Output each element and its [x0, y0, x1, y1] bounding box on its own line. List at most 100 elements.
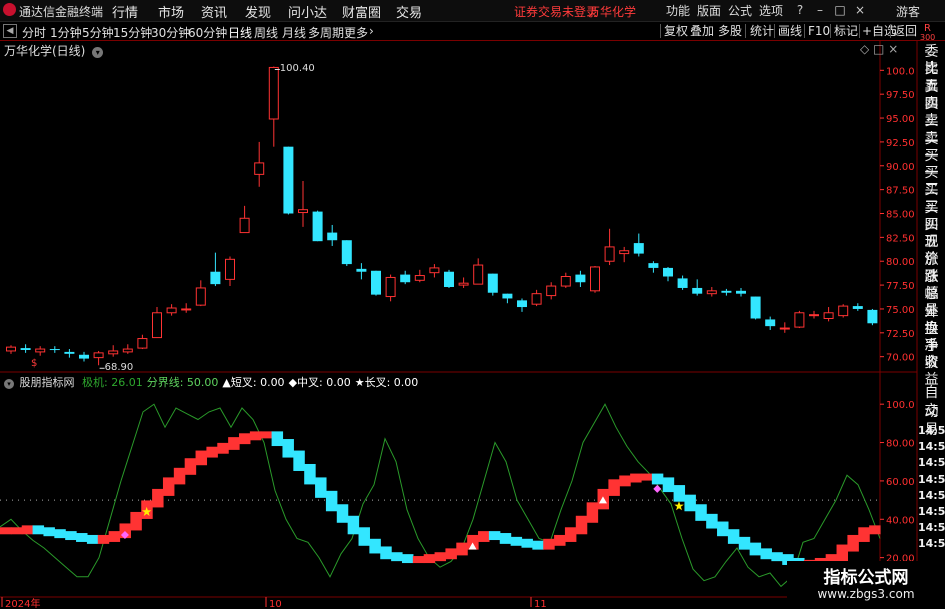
candle-body-up: [225, 258, 235, 280]
chevron-down-icon[interactable]: ▾: [92, 47, 104, 58]
candle-body-up: [794, 312, 805, 328]
candle-body-up: [429, 267, 440, 274]
candle-body-up: [809, 314, 819, 317]
band-block: [640, 473, 653, 481]
band-block: [152, 488, 164, 508]
candle-body-up: [108, 350, 119, 355]
band-block: [869, 525, 881, 535]
dividend-marker-icon[interactable]: $: [31, 358, 37, 369]
price-tick-label: 72.50: [886, 329, 915, 340]
candle-body-up: [546, 285, 557, 297]
band-block: [239, 433, 251, 445]
band-block: [738, 536, 751, 550]
band-block: [717, 521, 729, 537]
tick-time: 14:56: [918, 537, 945, 551]
candle-body-up: [706, 290, 717, 295]
band-block: [760, 548, 772, 560]
time-tick-label: 10: [269, 599, 282, 609]
candle-body-down: [400, 274, 411, 283]
band-block: [651, 473, 664, 485]
time-tick-label: 11: [534, 599, 547, 609]
indicator-series: [0, 403, 881, 588]
band-block: [249, 431, 262, 441]
band-block: [260, 431, 273, 439]
legend-item: ◆中叉: 0.00: [288, 376, 351, 389]
candle-body-down: [341, 240, 352, 265]
candle-body-down: [210, 271, 221, 285]
candle-body-down: [49, 349, 60, 351]
band-block: [108, 531, 121, 542]
band-block: [21, 525, 34, 535]
candle-body-up: [137, 338, 148, 349]
candle-body-up: [414, 275, 425, 281]
candle-body-up: [590, 266, 600, 292]
band-block: [423, 554, 436, 564]
band-block: [228, 437, 240, 450]
band-block: [662, 477, 675, 493]
low-price-label: 68.90: [105, 362, 134, 373]
band-block: [488, 531, 501, 541]
chart-options-icon[interactable]: ◇ □ ×: [860, 42, 898, 56]
candle-body-down: [867, 309, 878, 324]
main-chart-title-text: 万华化学(日线): [4, 44, 86, 58]
candle-body-down: [692, 287, 703, 294]
band-block: [217, 442, 229, 454]
band-block: [391, 552, 403, 562]
band-block: [836, 544, 849, 562]
price-tick-label: 85.00: [886, 210, 915, 221]
band-block: [554, 534, 566, 546]
candle-body-down: [852, 306, 863, 309]
band-block: [749, 542, 762, 556]
band-block: [282, 439, 294, 458]
band-block: [315, 477, 327, 498]
price-tick-label: 100.0: [886, 66, 915, 77]
long-cross-marker: [674, 501, 684, 511]
indicator-tick-label: 100.0: [886, 400, 915, 411]
watermark-url: www.zbgs3.com: [817, 587, 915, 601]
band-block: [184, 458, 197, 475]
price-tick-label: 75.00: [886, 305, 915, 316]
chevron-down-icon[interactable]: ▾: [4, 379, 14, 389]
band-block: [586, 502, 599, 523]
band-block: [130, 511, 142, 531]
band-block: [478, 531, 490, 542]
band-block: [173, 467, 186, 485]
candle-body-down: [648, 263, 659, 268]
band-block: [445, 548, 457, 560]
chart-canvas[interactable]: 100.0 97.50 95.00 92.50 90.00 87.50 85.00 82.50…: [0, 0, 945, 609]
candle-body-down: [356, 268, 367, 272]
candle-body-down: [64, 351, 75, 354]
candle-body-up: [35, 348, 46, 353]
candle-body-up: [181, 308, 192, 311]
high-price-label: 100.40: [280, 63, 315, 74]
candle-body-down: [765, 319, 776, 327]
watermark-title: 指标公式网: [823, 568, 909, 588]
candle-body-up: [473, 264, 484, 285]
band-block: [543, 538, 555, 550]
band-block: [32, 525, 45, 535]
tick-time: 14:56: [918, 488, 945, 502]
band-block: [695, 504, 707, 521]
low-price-text: 68.90: [104, 362, 134, 374]
legend-item: ▲短叉: 0.00: [222, 376, 285, 389]
indicator-tick-label: 80.00: [886, 439, 915, 450]
band-block: [727, 529, 740, 544]
candle-body-down: [575, 274, 586, 283]
candle-body-up: [268, 66, 279, 120]
candle-body-down: [79, 354, 89, 359]
price-tick-label: 95.00: [886, 114, 915, 125]
band-block: [412, 556, 425, 564]
indicator-name: 股朋指标网: [19, 376, 75, 389]
candle-body-up: [152, 312, 162, 339]
candle-body-down: [633, 243, 644, 254]
candle-body-down: [283, 146, 294, 214]
band-block: [86, 534, 99, 544]
band-block: [858, 527, 870, 542]
band-block: [499, 533, 512, 544]
indicator-tick-label: 60.00: [886, 477, 915, 488]
candle-body-down: [444, 271, 454, 287]
band-block: [206, 446, 218, 458]
candlestick-series: [6, 66, 878, 369]
band-block: [608, 479, 620, 496]
candle-body-down: [677, 278, 688, 288]
